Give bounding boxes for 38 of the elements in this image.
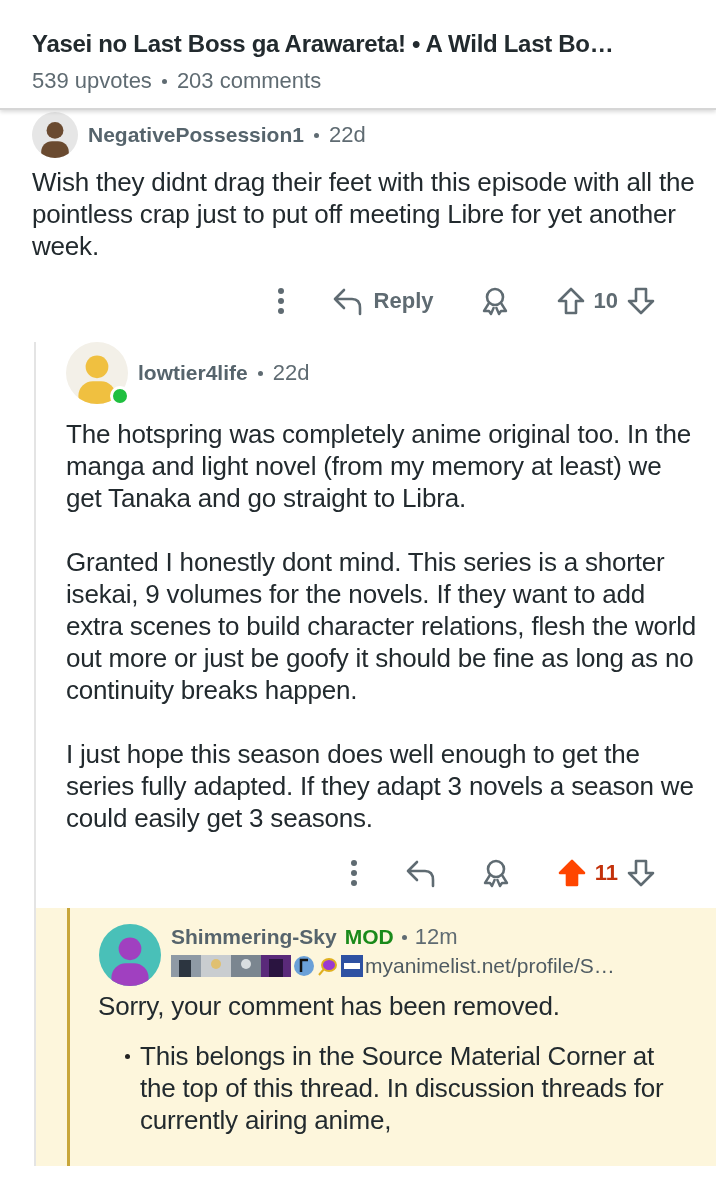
avatar[interactable] xyxy=(32,112,78,158)
separator-dot xyxy=(257,370,263,376)
bullet-dot xyxy=(125,1054,130,1059)
downvote-icon[interactable] xyxy=(626,286,656,316)
comment-text: Sorry, your comment has been removed. xyxy=(98,990,561,1022)
username[interactable]: lowtier4life xyxy=(138,361,248,385)
mod-label: MOD xyxy=(344,925,394,949)
reply-button[interactable]: Reply xyxy=(331,286,434,316)
more-options-icon[interactable] xyxy=(348,859,359,887)
upvote-icon[interactable] xyxy=(555,286,586,316)
post-stat: 203 comments xyxy=(176,68,322,94)
username[interactable]: NegativePossession1 xyxy=(88,123,304,147)
comment-age: 22d xyxy=(272,360,310,386)
post-stat: 539 upvotes xyxy=(32,68,152,94)
list-item-text: This belongs in the Source Material Corner at the top of this thread. In discussion threads for currently airing anime, xyxy=(140,1040,665,1136)
upvote-icon[interactable] xyxy=(556,858,587,888)
separator-dot xyxy=(401,934,407,940)
badge-icon xyxy=(293,955,315,977)
downvote-icon[interactable] xyxy=(626,858,656,888)
reply-button[interactable] xyxy=(404,858,435,888)
comment-text: I just hope this season does well enough to get the series fully adapted. If they adapt 3 novels a season we could easily get 3 seasons. xyxy=(66,738,695,834)
vote-count: 11 xyxy=(594,860,618,886)
reply-icon xyxy=(331,286,362,316)
comment-age: 22d xyxy=(328,122,366,148)
gem-icon xyxy=(317,955,339,977)
more-options-icon[interactable] xyxy=(275,287,286,315)
comment-text: Granted I honestly dont mind. This series is a shorter isekai, 9 volumes for the novels. If they want to add extra scenes to build character relations, flesh the world out more or just be goofy it should be fine as long as no continuity breaks happen. xyxy=(66,546,698,706)
flair-link[interactable]: myanimelist.net/profile/S… xyxy=(365,954,615,978)
comment-age: 12m xyxy=(414,924,458,950)
separator-dot xyxy=(161,78,167,84)
post-title: Yasei no Last Boss ga Arawareta! • A Wild Last Bo… xyxy=(32,30,615,58)
vote-count: 10 xyxy=(593,288,618,314)
username[interactable]: Shimmering-Sky xyxy=(171,925,337,949)
comment-text: Wish they didnt drag their feet with this episode with all the pointless crap just to put off meeting Libre for yet another week. xyxy=(32,166,696,262)
reply-icon xyxy=(404,858,435,888)
separator-dot xyxy=(313,132,319,138)
logo-icon xyxy=(341,955,363,977)
comment-text: The hotspring was completely anime original too. In the manga and light novel (from my memory at least) we get Tanaka and go straight to Libra. xyxy=(66,418,692,514)
